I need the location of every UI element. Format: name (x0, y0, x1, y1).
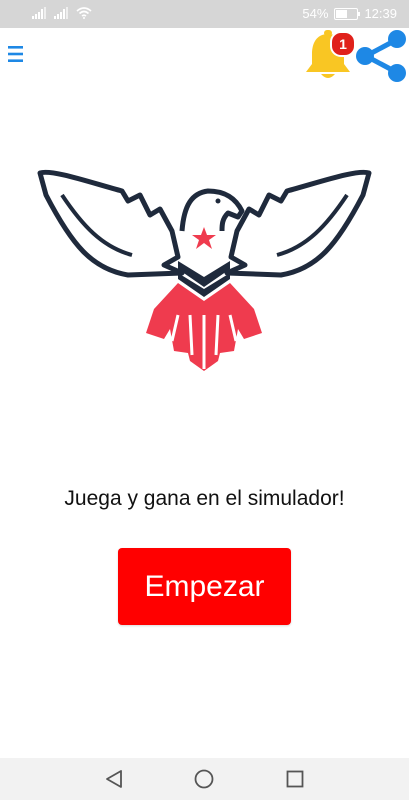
hamburger-menu-icon[interactable] (7, 44, 25, 64)
tagline-text: Juega y gana en el simulador! (64, 487, 345, 510)
battery-percent: 54% (302, 6, 329, 21)
share-icon[interactable] (354, 28, 408, 84)
battery-icon (334, 7, 361, 20)
battery-fill (336, 9, 348, 18)
app-screen: 54% 12:39 1 Juega y gana en el simulador… (0, 0, 409, 800)
status-time: 12:39 (364, 6, 397, 21)
status-bar: 54% 12:39 (0, 0, 409, 28)
status-left-icons (32, 7, 92, 19)
home-circle-icon[interactable] (193, 768, 215, 790)
eagle-logo (37, 169, 372, 371)
battery-cap (358, 11, 361, 16)
signal-icon (54, 7, 68, 19)
notification-button[interactable]: 1 (302, 28, 356, 82)
wifi-icon (76, 7, 92, 19)
notification-badge: 1 (330, 31, 356, 57)
recents-square-icon[interactable] (284, 768, 306, 790)
start-button[interactable]: Empezar (118, 548, 291, 625)
status-right: 54% 12:39 (302, 6, 397, 21)
signal-icon (32, 7, 46, 19)
navigation-bar (0, 758, 409, 800)
back-triangle-icon[interactable] (103, 768, 125, 790)
